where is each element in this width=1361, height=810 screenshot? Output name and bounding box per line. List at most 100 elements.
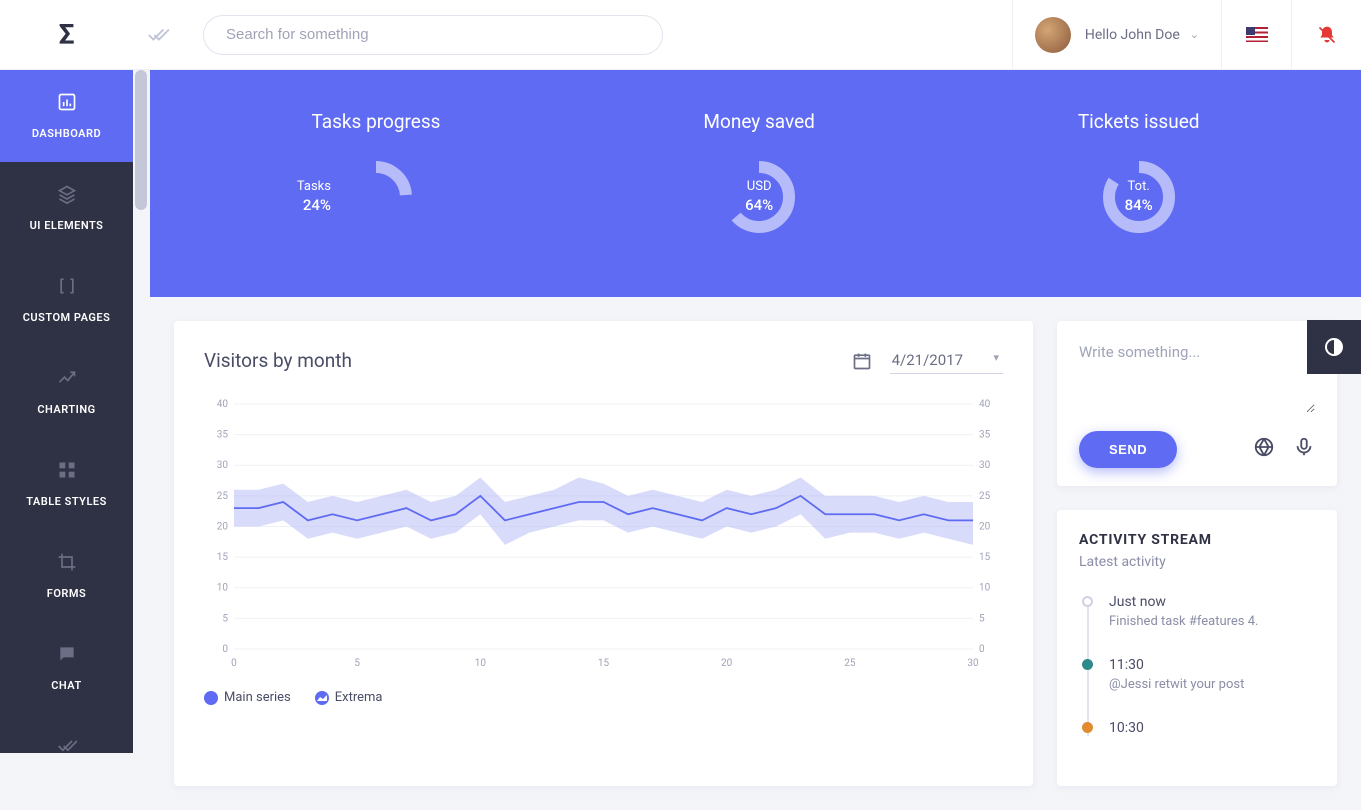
sidebar-item-label: CHAT [51, 679, 82, 692]
svg-text:5: 5 [222, 613, 228, 624]
sidebar-item-custom-pages[interactable]: CUSTOM PAGES [0, 254, 133, 346]
topbar: Σ Hello John Doe ⌄ [0, 0, 1361, 70]
trend-icon [57, 368, 77, 393]
language-selector[interactable] [1221, 0, 1291, 69]
theme-toggle-button[interactable] [1307, 320, 1361, 374]
donut-label: USD 64% [745, 179, 773, 215]
topbar-right: Hello John Doe ⌄ [1012, 0, 1361, 69]
svg-text:20: 20 [217, 521, 229, 532]
double-check-icon [57, 736, 77, 753]
timeline-item: Just now Finished task #features 4. [1109, 594, 1315, 629]
date-value: 4/21/2017 [890, 347, 1003, 374]
svg-text:20: 20 [979, 521, 991, 532]
timeline-time: 10:30 [1109, 720, 1315, 736]
chart-title: Visitors by month [204, 349, 352, 372]
user-menu[interactable]: Hello John Doe ⌄ [1012, 0, 1221, 69]
timeline-time: Just now [1109, 594, 1315, 610]
svg-text:30: 30 [217, 460, 229, 471]
svg-text:35: 35 [979, 430, 991, 441]
chevron-down-icon: ⌄ [1190, 28, 1199, 41]
svg-text:40: 40 [979, 399, 991, 410]
sidebar-item-label: DASHBOARD [32, 127, 101, 140]
svg-text:5: 5 [979, 613, 985, 624]
svg-text:10: 10 [475, 658, 487, 669]
scrollbar-thumb[interactable] [135, 70, 147, 210]
layers-icon [57, 184, 77, 209]
svg-text:15: 15 [598, 658, 610, 669]
bar-chart-icon [57, 92, 77, 117]
hero-title: Tasks progress [311, 110, 440, 133]
timeline-text: Finished task #features 4. [1109, 614, 1315, 629]
timeline-text: @Jessi retwit your post [1109, 677, 1315, 692]
hero-card-tasks: Tasks progress Tasks 24% [311, 110, 440, 237]
calendar-icon [852, 351, 872, 371]
search-input[interactable] [203, 15, 663, 55]
legend-dot-icon [204, 691, 218, 705]
sidebar-item-dashboard[interactable]: DASHBOARD [0, 70, 133, 162]
notifications-button[interactable] [1291, 0, 1361, 69]
svg-text:15: 15 [979, 552, 991, 563]
camera-aperture-icon[interactable] [1253, 436, 1275, 463]
donut-label: Tasks 24% [297, 179, 331, 215]
hero-stats: Tasks progress Tasks 24% Money saved [150, 70, 1361, 297]
chart-header: Visitors by month 4/21/2017 [204, 347, 1003, 374]
activity-card: ACTIVITY STREAM Latest activity Just now… [1057, 510, 1337, 786]
compose-input[interactable] [1079, 343, 1315, 413]
sidebar-item-more[interactable] [0, 714, 133, 753]
search-container [203, 15, 663, 55]
logo[interactable]: Σ [0, 0, 133, 70]
chat-icon [57, 644, 77, 669]
svg-text:30: 30 [979, 460, 991, 471]
chart-body: 0055101015152020252530303535404005101520… [204, 394, 1003, 674]
grid-icon [57, 460, 77, 485]
hero-title: Money saved [703, 110, 814, 133]
timeline-item: 11:30 @Jessi retwit your post [1109, 657, 1315, 692]
activity-subtitle: Latest activity [1079, 554, 1315, 570]
svg-text:0: 0 [979, 644, 985, 655]
svg-text:25: 25 [844, 658, 856, 669]
timeline-dot-icon [1082, 659, 1093, 670]
sidebar-item-charting[interactable]: CHARTING [0, 346, 133, 438]
svg-text:0: 0 [231, 658, 237, 669]
visitors-chart-card: Visitors by month 4/21/2017 005510101515… [174, 321, 1033, 786]
timeline-dot-icon [1082, 596, 1093, 607]
timeline-item: 10:30 [1109, 720, 1315, 736]
svg-text:30: 30 [967, 658, 979, 669]
avatar [1035, 17, 1071, 53]
bell-off-icon [1317, 25, 1337, 45]
sidebar-item-label: FORMS [47, 587, 86, 600]
svg-text:5: 5 [354, 658, 360, 669]
microphone-icon[interactable] [1293, 436, 1315, 463]
svg-text:25: 25 [217, 491, 229, 502]
send-button[interactable]: SEND [1079, 431, 1177, 468]
sidebar-item-label: CHARTING [37, 403, 95, 416]
svg-text:10: 10 [217, 583, 229, 594]
sidebar-item-table-styles[interactable]: TABLE STYLES [0, 438, 133, 530]
svg-text:35: 35 [217, 430, 229, 441]
brackets-icon [57, 276, 77, 301]
sidebar-item-ui-elements[interactable]: UI ELEMENTS [0, 162, 133, 254]
flag-us-icon [1246, 27, 1268, 42]
checkmark-button[interactable] [133, 24, 183, 46]
sidebar-item-label: TABLE STYLES [26, 495, 107, 508]
svg-text:25: 25 [979, 491, 991, 502]
sidebar-item-label: CUSTOM PAGES [23, 311, 111, 324]
svg-text:40: 40 [217, 399, 229, 410]
svg-text:10: 10 [979, 583, 991, 594]
hero-title: Tickets issued [1078, 110, 1200, 133]
content: Tasks progress Tasks 24% Money saved [150, 70, 1361, 810]
compose-card: SEND [1057, 321, 1337, 486]
chart-legend: Main series Extrema [204, 690, 1003, 705]
date-picker[interactable]: 4/21/2017 [852, 347, 1003, 374]
sidebar-item-label: UI ELEMENTS [30, 219, 104, 232]
timeline-time: 11:30 [1109, 657, 1315, 673]
hero-card-money: Money saved USD 64% [703, 110, 814, 237]
donut-tasks: Tasks 24% [336, 157, 416, 237]
side-column: SEND ACTIVITY STREAM Latest activity Jus… [1057, 321, 1337, 786]
legend-main: Main series [204, 690, 291, 705]
sidebar-item-chat[interactable]: CHAT [0, 622, 133, 714]
main-grid: Visitors by month 4/21/2017 005510101515… [150, 297, 1361, 810]
sidebar-item-forms[interactable]: FORMS [0, 530, 133, 622]
timeline-dot-icon [1082, 722, 1093, 733]
svg-text:0: 0 [222, 644, 228, 655]
